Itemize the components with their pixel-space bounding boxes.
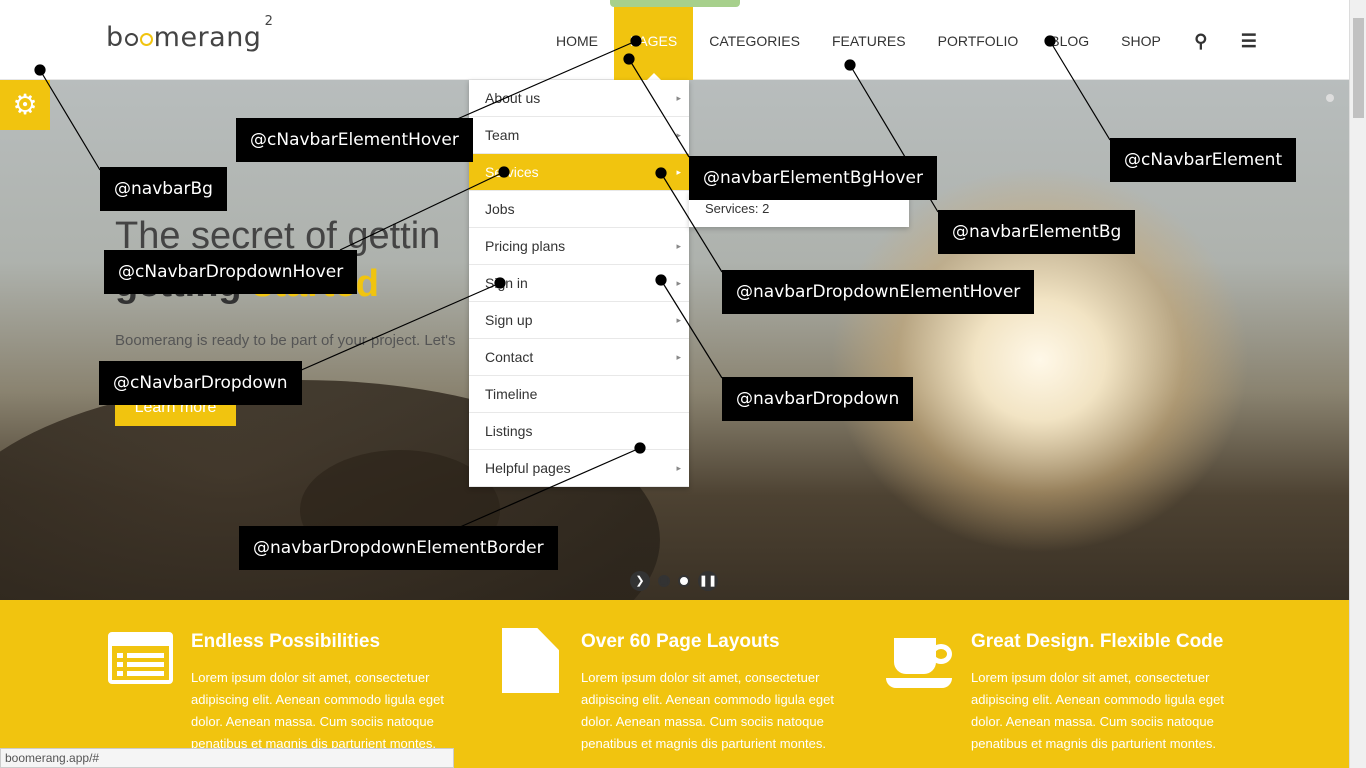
annotation-navbar-dropdown-element-hover: @navbarDropdownElementHover [722, 270, 1035, 314]
nav-menu: HOME PAGES CATEGORIES FEATURES PORTFOLIO… [540, 0, 1273, 81]
logo-text-end: merang [153, 22, 262, 53]
nav-shop[interactable]: SHOP [1105, 0, 1177, 80]
slide-dot[interactable] [658, 575, 670, 587]
annotation-navbar-dropdown-hover: @cNavbarDropdownHover [104, 250, 358, 294]
dropdown-item-label: Jobs [485, 201, 515, 217]
coffee-cup-icon [886, 628, 956, 690]
page: The secret of gettin getting started Boo… [0, 0, 1366, 768]
dropdown-item-listings[interactable]: Listings [469, 413, 689, 450]
chevron-right-icon: ▸ [676, 167, 681, 177]
slide-dot-active[interactable] [678, 575, 690, 587]
dropdown-item-sign-in[interactable]: Sign in ▸ [469, 265, 689, 302]
feature-title: Great Design. Flexible Code [971, 631, 1224, 652]
annotation-navbar-bg: @navbarBg [100, 167, 227, 211]
chevron-right-icon: ▸ [676, 278, 681, 288]
annotation-navbar-dropdown-element: @navbarDropdown [722, 377, 914, 421]
logo-text-start: b [106, 22, 124, 53]
dropdown-item-contact[interactable]: Contact ▸ [469, 339, 689, 376]
dropdown-item-label: Listings [485, 423, 533, 439]
next-slide-icon[interactable]: ❯ [630, 571, 650, 591]
dropdown-item-label: Helpful pages [485, 460, 571, 476]
dropdown-item-label: Timeline [485, 386, 538, 402]
hero-indicator-dot [1326, 94, 1334, 102]
dropdown-item-label: Sign up [485, 312, 533, 328]
annotation-navbar-element-bg-hover: @navbarElementBgHover [689, 156, 937, 200]
features-section: Endless Possibilities Lorem ipsum dolor … [0, 600, 1349, 768]
chevron-right-icon: ▸ [676, 315, 681, 325]
nav-home[interactable]: HOME [540, 0, 614, 80]
slider-controls: ❯ ❚❚ [630, 571, 718, 591]
annotation-navbar-dropdown-element-border: @navbarDropdownElementBorder [239, 526, 558, 570]
nav-blog[interactable]: BLOG [1034, 0, 1105, 80]
chevron-right-icon: ▸ [676, 352, 681, 362]
list-icon [108, 632, 173, 684]
settings-gear-icon[interactable]: ⚙ [0, 80, 50, 130]
feature-title: Over 60 Page Layouts [581, 631, 780, 652]
annotation-navbar-dropdown: @cNavbarDropdown [99, 361, 302, 405]
dropdown-item-label: Sign in [485, 275, 528, 291]
annotation-navbar-element-bg: @navbarElementBg [938, 210, 1136, 254]
dropdown-item-sign-up[interactable]: Sign up ▸ [469, 302, 689, 339]
nav-features[interactable]: FEATURES [816, 0, 922, 80]
dropdown-item-timeline[interactable]: Timeline [469, 376, 689, 413]
dropdown-item-helpful-pages[interactable]: Helpful pages ▸ [469, 450, 689, 487]
feature-text: Lorem ipsum dolor sit amet, consectetuer… [971, 670, 1224, 751]
dropdown-item-pricing-plans[interactable]: Pricing plans ▸ [469, 228, 689, 265]
dropdown-item-services[interactable]: Services ▸ [469, 154, 689, 191]
dropdown-item-jobs[interactable]: Jobs [469, 191, 689, 228]
dropdown-item-label: Services [485, 164, 539, 180]
scrollbar-thumb[interactable] [1353, 18, 1364, 118]
logo-superscript: 2 [264, 14, 274, 29]
chevron-right-icon: ▸ [676, 130, 681, 140]
menu-icon[interactable]: ☰ [1225, 0, 1273, 80]
pause-icon[interactable]: ❚❚ [698, 571, 718, 591]
annotation-navbar-element: @cNavbarElement [1110, 138, 1297, 182]
scrollbar[interactable] [1349, 0, 1366, 768]
feature-text: Lorem ipsum dolor sit amet, consectetuer… [191, 670, 444, 751]
logo-oo [124, 22, 154, 53]
chevron-right-icon: ▸ [676, 93, 681, 103]
feature-text: Lorem ipsum dolor sit amet, consectetuer… [581, 670, 834, 751]
dropdown-item-label: About us [485, 90, 541, 106]
logo[interactable]: b merang 2 [106, 14, 273, 53]
nav-portfolio[interactable]: PORTFOLIO [922, 0, 1035, 80]
hero-text: Boomerang is ready to be part of your pr… [115, 332, 456, 349]
nav-pages[interactable]: PAGES [614, 0, 694, 81]
dropdown-item-label: Team [485, 127, 520, 143]
nav-categories[interactable]: CATEGORIES [693, 0, 816, 80]
navbar: b merang 2 HOME PAGES CATEGORIES FEATURES … [0, 0, 1349, 81]
dropdown-item-label: Pricing plans [485, 238, 566, 254]
document-icon [502, 628, 559, 693]
feature-title: Endless Possibilities [191, 631, 381, 652]
annotation-navbar-element-hover: @cNavbarElementHover [236, 118, 473, 162]
search-icon[interactable]: ⚲ [1177, 0, 1225, 80]
chevron-right-icon: ▸ [676, 463, 681, 473]
dropdown-item-about-us[interactable]: About us ▸ [469, 80, 689, 117]
dropdown-item-team[interactable]: Team ▸ [469, 117, 689, 154]
chevron-right-icon: ▸ [676, 241, 681, 251]
top-accent-strip [610, 0, 740, 7]
status-bar-url: boomerang.app/# [0, 748, 454, 768]
pages-dropdown: About us ▸ Team ▸ Services ▸ Jobs Pricing p… [469, 80, 689, 487]
dropdown-item-label: Contact [485, 349, 534, 365]
